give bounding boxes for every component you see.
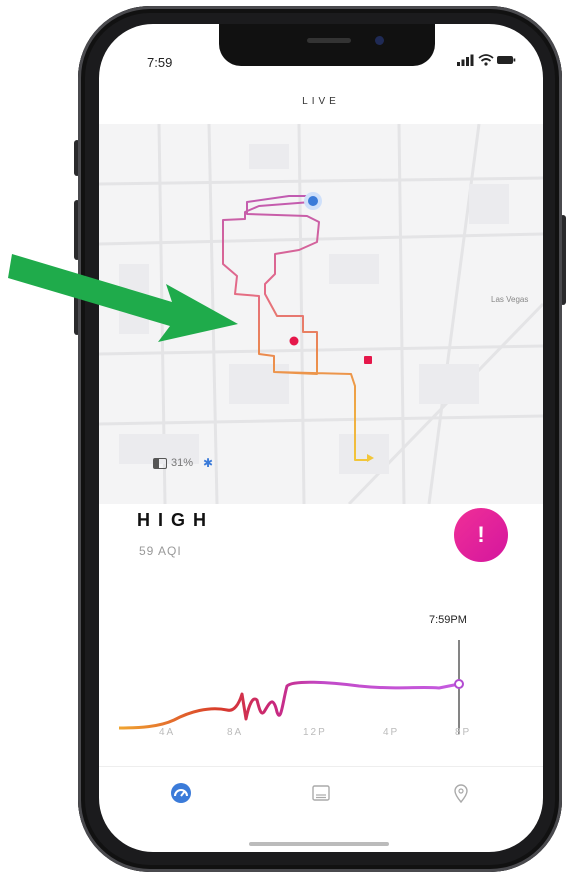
gauge-icon[interactable] bbox=[169, 781, 193, 805]
location-pin-icon[interactable] bbox=[449, 781, 473, 805]
x-tick-label: 8A bbox=[227, 727, 244, 738]
wifi-dot bbox=[484, 62, 488, 66]
poi-marker-1 bbox=[289, 336, 299, 346]
annotation-arrow bbox=[8, 254, 238, 342]
device-status: 31% ✱ bbox=[153, 456, 213, 470]
graph-x-axis: 4A 8A 12P 4P 8P bbox=[99, 727, 543, 741]
bluetooth-icon: ✱ bbox=[203, 456, 214, 470]
alert-button[interactable]: ! bbox=[454, 508, 508, 562]
x-tick-label: 4P bbox=[383, 727, 400, 738]
x-tick-label: 8P bbox=[455, 727, 472, 738]
signal-icon bbox=[457, 54, 474, 66]
aqi-graph[interactable] bbox=[99, 624, 543, 734]
wifi-icon bbox=[478, 54, 494, 62]
current-value-dot bbox=[454, 679, 464, 689]
front-camera bbox=[375, 36, 384, 45]
status-time: 7:59 bbox=[147, 55, 173, 70]
poi-marker-2 bbox=[364, 356, 372, 364]
aqi-series-line bbox=[118, 680, 460, 730]
battery-percent: 31% bbox=[171, 457, 194, 469]
x-tick-label: 12P bbox=[303, 727, 327, 738]
notch bbox=[219, 24, 435, 66]
home-indicator[interactable] bbox=[249, 842, 389, 846]
list-icon[interactable] bbox=[309, 781, 333, 805]
page-title: LIVE bbox=[302, 96, 340, 107]
air-quality-level: HIGH bbox=[137, 510, 214, 530]
speaker bbox=[307, 38, 351, 43]
battery-status-icon bbox=[497, 56, 516, 64]
battery-icon bbox=[153, 457, 167, 469]
tab-bar bbox=[99, 766, 543, 827]
current-location-marker bbox=[304, 192, 322, 210]
status-icons bbox=[457, 54, 516, 66]
app-screen: 7:59 LIVE Las Vegas 31% ✱ HIGH 59 AQI ! … bbox=[99, 24, 543, 852]
x-tick-label: 4A bbox=[159, 727, 176, 738]
aqi-value: 59 AQI bbox=[139, 544, 182, 558]
map-place-label: Las Vegas bbox=[491, 295, 528, 304]
